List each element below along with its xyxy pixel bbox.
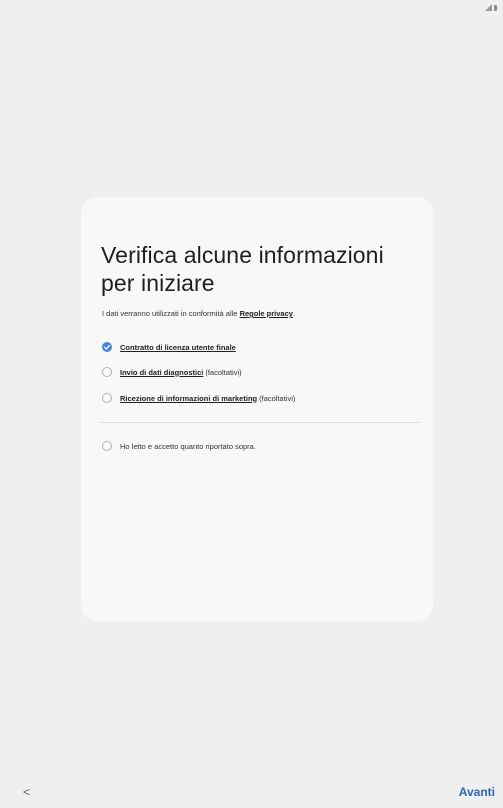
privacy-notice-text: I dati verranno utilizzati in conformità… [102,309,238,318]
option-marketing[interactable]: Ricezione di informazioni di marketing (… [102,393,295,403]
status-bar [485,4,497,11]
privacy-notice: I dati verranno utilizzati in conformità… [102,309,295,318]
option-accept-all[interactable]: Ho letto e accetto quanto riportato sopr… [102,441,256,451]
next-button[interactable]: Avanti [459,785,495,799]
setup-card: Verifica alcune informazioni per iniziar… [81,197,433,621]
accept-all-label: Ho letto e accetto quanto riportato sopr… [120,441,256,451]
eula-link[interactable]: Contratto di licenza utente finale [120,343,236,352]
back-button[interactable]: < [23,786,30,798]
marketing-radio-icon[interactable] [102,393,112,403]
diagnostics-optional-label: (facoltativi) [205,367,242,377]
battery-icon [494,5,497,11]
diagnostics-radio-icon[interactable] [102,367,112,377]
privacy-notice-suffix: . [292,309,296,318]
signal-icon [485,4,492,11]
eula-checked-icon[interactable] [102,342,112,352]
divider [100,422,420,423]
privacy-policy-link[interactable]: Regole privacy [240,309,293,318]
option-eula[interactable]: Contratto di licenza utente finale [102,342,236,352]
page-title: Verifica alcune informazioni per iniziar… [101,242,384,296]
accept-all-radio-icon[interactable] [102,441,112,451]
diagnostics-link[interactable]: Invio di dati diagnostici [120,368,203,377]
marketing-link[interactable]: Ricezione di informazioni di marketing [120,394,257,403]
option-diagnostics[interactable]: Invio di dati diagnostici (facoltativi) [102,367,242,377]
marketing-optional-label: (facoltativi) [259,393,296,403]
